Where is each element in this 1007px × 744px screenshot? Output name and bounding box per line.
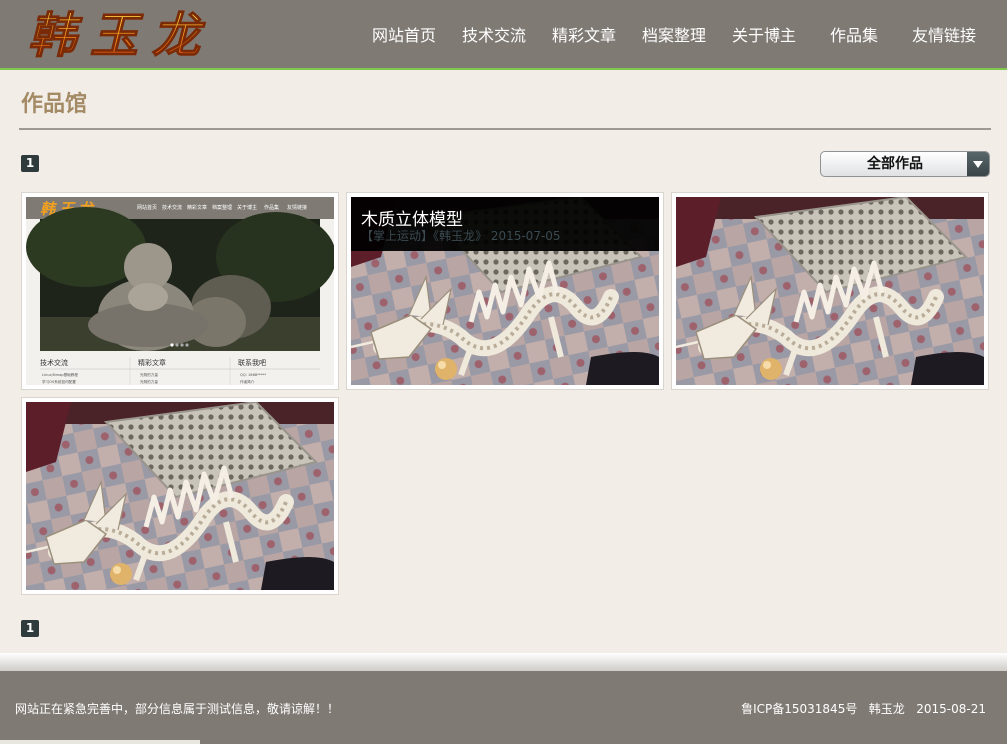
mini-line: Linux/Nmap基础教程: [42, 372, 78, 377]
gallery-item-website[interactable]: 韩玉龙 网站首页 技术交流 精彩文章 档案整理 关于博主 作品集 友情链接: [21, 192, 339, 390]
title-divider: [19, 128, 991, 130]
mini-column-title: 精彩文章: [138, 358, 166, 367]
nav-item-portfolio[interactable]: 作品集: [830, 22, 878, 46]
footer-strip: [0, 740, 200, 744]
mini-nav-item: 关于博主: [237, 204, 257, 211]
gallery-thumbnail: [26, 402, 334, 590]
footer-author: 韩玉龙: [868, 702, 905, 716]
page-title: 作品馆: [21, 92, 88, 117]
footer-info: 鲁ICP备15031845号 韩玉龙 2015-08-21: [741, 700, 986, 717]
dropdown-arrow-icon: [967, 152, 989, 176]
mini-nav-item: 档案整理: [212, 204, 232, 211]
gallery-thumbnail: 韩玉龙 网站首页 技术交流 精彩文章 档案整理 关于博主 作品集 友情链接: [26, 197, 334, 385]
logo-calligraphy-icon: 韩玉龙: [27, 7, 214, 64]
gallery-item-dragon-2[interactable]: [671, 192, 989, 390]
mini-nav-item: 精彩文章: [187, 204, 207, 211]
mini-nav-item: 网站首页: [137, 204, 157, 211]
wooden-dragon-photo: [26, 402, 334, 590]
category-select[interactable]: 全部作品: [820, 151, 990, 177]
caption-overlay: 木质立体模型 【掌上运动】《韩玉龙》 2015-07-05: [351, 197, 659, 251]
category-select-value: 全部作品: [867, 156, 923, 172]
gallery-thumbnail: [676, 197, 984, 385]
icp-number[interactable]: 鲁ICP备15031845号: [741, 702, 857, 716]
pagination-page-bottom[interactable]: 1: [21, 620, 39, 637]
nav-item-links[interactable]: 友情链接: [912, 22, 976, 46]
mini-line: QQ: 1668*****: [240, 373, 266, 377]
pagination-page-top[interactable]: 1: [21, 155, 39, 172]
logo-text: 韩玉龙: [28, 8, 214, 64]
site-header: 韩玉龙 网站首页 技术交流 精彩文章 档案整理 关于博主 作品集 友情链接: [0, 0, 1007, 70]
wooden-dragon-photo: [676, 197, 984, 385]
site-footer: 网站正在紧急完善中，部分信息属于测试信息，敬请谅解！！ 鲁ICP备1503184…: [0, 671, 1007, 744]
footer-divider: [0, 653, 1007, 671]
website-preview-image: 韩玉龙 网站首页 技术交流 精彩文章 档案整理 关于博主 作品集 友情链接: [26, 197, 334, 385]
mini-line: 光阴的力量: [140, 372, 158, 377]
footer-date: 2015-08-21: [916, 702, 986, 716]
site-logo[interactable]: 韩玉龙: [24, 6, 254, 64]
nav-item-tech[interactable]: 技术交流: [462, 22, 526, 46]
footer-notice: 网站正在紧急完善中，部分信息属于测试信息，敬请谅解！！: [15, 702, 340, 716]
nav-item-articles[interactable]: 精彩文章: [552, 22, 616, 46]
gallery-item-wood-model[interactable]: 木质立体模型 【掌上运动】《韩玉龙》 2015-07-05: [346, 192, 664, 390]
mini-line: 光阴的力量: [140, 379, 158, 384]
gallery-item-dragon-3[interactable]: [21, 397, 339, 595]
nav-item-home[interactable]: 网站首页: [372, 22, 436, 46]
gallery-thumbnail: 木质立体模型 【掌上运动】《韩玉龙》 2015-07-05: [351, 197, 659, 385]
caption-meta: 【掌上运动】《韩玉龙》 2015-07-05: [361, 229, 561, 243]
nav-item-archive[interactable]: 档案整理: [642, 22, 706, 46]
mini-nav-item: 作品集: [264, 204, 279, 211]
mini-line: 作者简介: [240, 379, 255, 384]
mini-nav-item: 技术交流: [162, 204, 182, 211]
nav-item-about[interactable]: 关于博主: [732, 22, 796, 46]
mini-nav-item: 友情链接: [287, 204, 307, 211]
mini-line: 学习OS系统如何配置: [42, 379, 76, 384]
mini-column-title: 技术交流: [40, 358, 68, 367]
mini-column-title: 联系我吧: [238, 358, 266, 367]
